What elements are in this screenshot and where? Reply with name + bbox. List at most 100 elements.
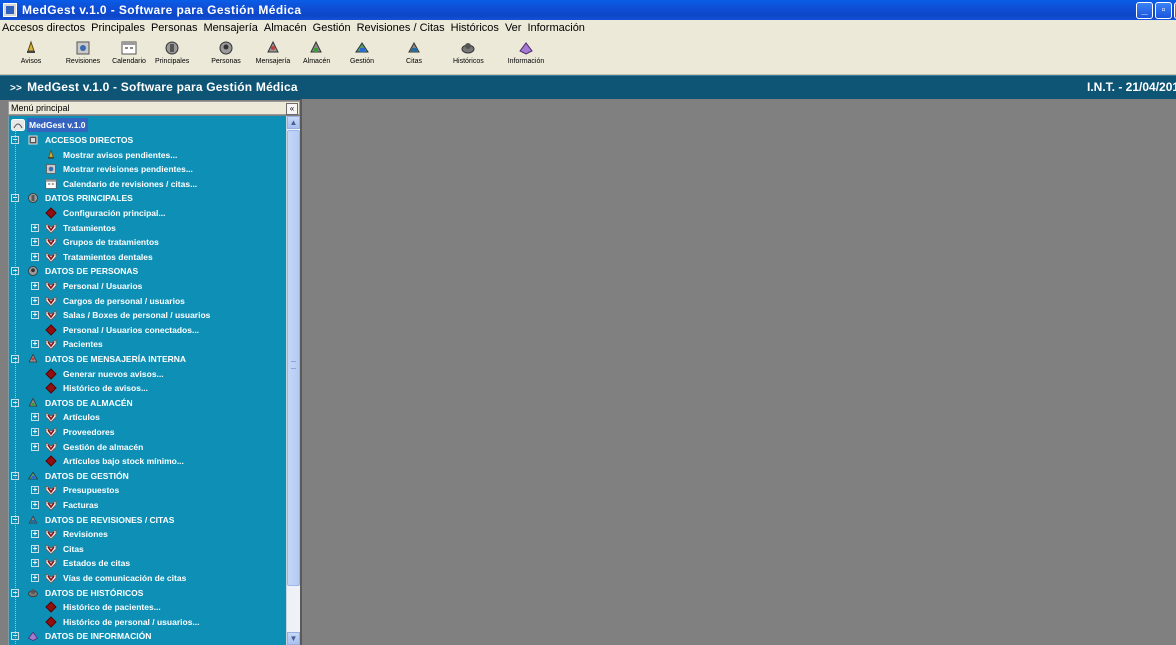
expand-icon[interactable]: + bbox=[31, 559, 39, 567]
expand-icon[interactable]: + bbox=[31, 428, 39, 436]
tree-item[interactable]: + Estados de citas bbox=[9, 556, 287, 570]
menu-item-9[interactable]: Información bbox=[524, 20, 587, 37]
header-title: MedGest v.1.0 - Software para Gestión Mé… bbox=[27, 80, 298, 94]
expand-icon[interactable]: + bbox=[31, 253, 39, 261]
tree-item-label: Grupos de tratamientos bbox=[63, 237, 159, 247]
collapse-icon[interactable]: − bbox=[11, 516, 19, 524]
calendar-icon bbox=[121, 40, 137, 56]
tree-section[interactable]: − DATOS DE MENSAJERÍA INTERNA bbox=[9, 352, 287, 366]
expand-icon[interactable]: + bbox=[31, 238, 39, 246]
tree-section[interactable]: − DATOS DE INFORMACIÓN bbox=[9, 629, 287, 643]
expand-icon[interactable]: + bbox=[31, 340, 39, 348]
toolbar-button-4[interactable]: Personas bbox=[207, 39, 245, 72]
scroll-down-button[interactable]: ▼ bbox=[287, 632, 300, 645]
tree-section[interactable]: − ACCESOS DIRECTOS bbox=[9, 133, 287, 147]
mdi-workspace bbox=[302, 99, 1176, 645]
tree-item-label: Histórico de pacientes... bbox=[63, 602, 161, 612]
collapse-icon[interactable]: − bbox=[11, 136, 19, 144]
tree-item[interactable]: + Personal / Usuarios bbox=[9, 279, 287, 293]
tree-section[interactable]: − DATOS DE REVISIONES / CITAS bbox=[9, 513, 287, 527]
collapse-icon[interactable]: − bbox=[11, 194, 19, 202]
menu-item-1[interactable]: Principales bbox=[88, 20, 148, 37]
expand-icon[interactable]: + bbox=[31, 486, 39, 494]
menu-item-6[interactable]: Revisiones / Citas bbox=[354, 20, 448, 37]
menu-item-7[interactable]: Históricos bbox=[448, 20, 502, 37]
collapse-icon[interactable]: − bbox=[11, 632, 19, 640]
collapse-icon[interactable]: − bbox=[11, 589, 19, 597]
toolbar-button-6[interactable]: Almacén bbox=[303, 39, 331, 72]
scroll-up-button[interactable]: ▲ bbox=[287, 116, 300, 129]
expand-icon[interactable]: + bbox=[31, 282, 39, 290]
menu-item-4[interactable]: Almacén bbox=[261, 20, 310, 37]
tree-item[interactable]: + Artículos bbox=[9, 410, 287, 424]
toolbar-button-3[interactable]: Principales bbox=[155, 39, 189, 72]
toolbar-button-1[interactable]: Revisiones bbox=[64, 39, 102, 72]
collapse-icon[interactable]: − bbox=[11, 355, 19, 363]
tree-item[interactable]: + Grupos de tratamientos bbox=[9, 235, 287, 249]
menu-item-3[interactable]: Mensajería bbox=[200, 20, 260, 37]
toolbar-button-7[interactable]: Gestión bbox=[347, 39, 377, 72]
tree-item[interactable]: + Tratamientos dentales bbox=[9, 250, 287, 264]
tree-item[interactable]: Calendario de revisiones / citas... bbox=[9, 177, 287, 191]
tree-item-label: DATOS DE REVISIONES / CITAS bbox=[45, 515, 175, 525]
tree-item[interactable]: Histórico de personal / usuarios... bbox=[9, 615, 287, 629]
expand-icon[interactable]: + bbox=[31, 413, 39, 421]
tree-item[interactable]: Histórico de pacientes... bbox=[9, 600, 287, 614]
expand-icon[interactable]: + bbox=[31, 574, 39, 582]
tree-section[interactable]: − DATOS PRINCIPALES bbox=[9, 191, 287, 205]
tree-item[interactable]: Mostrar revisiones pendientes... bbox=[9, 162, 287, 176]
menu-item-2[interactable]: Personas bbox=[148, 20, 200, 37]
tree-item[interactable]: Histórico de avisos... bbox=[9, 381, 287, 395]
tree-item[interactable]: + Revisiones bbox=[9, 527, 287, 541]
tree-section[interactable]: − DATOS DE HISTÓRICOS bbox=[9, 586, 287, 600]
toolbar-button-8[interactable]: Citas bbox=[403, 39, 425, 72]
tree-item-label: Personal / Usuarios bbox=[63, 281, 143, 291]
maximize-button[interactable]: ▫ bbox=[1155, 2, 1172, 19]
tree-item-label: Presupuestos bbox=[63, 485, 120, 495]
tree-section[interactable]: − DATOS DE ALMACÉN bbox=[9, 396, 287, 410]
collapse-icon[interactable]: − bbox=[11, 472, 19, 480]
expand-icon[interactable]: + bbox=[31, 545, 39, 553]
tree-item[interactable]: Generar nuevos avisos... bbox=[9, 367, 287, 381]
minimize-button[interactable]: _ bbox=[1136, 2, 1153, 19]
collapse-icon[interactable]: − bbox=[11, 399, 19, 407]
tree-section[interactable]: − DATOS DE GESTIÓN bbox=[9, 469, 287, 483]
expand-icon[interactable]: + bbox=[31, 297, 39, 305]
expand-icon[interactable]: + bbox=[31, 224, 39, 232]
tree-item[interactable]: + Pacientes bbox=[9, 337, 287, 351]
tree-item[interactable]: + Citas bbox=[9, 542, 287, 556]
app-icon[interactable] bbox=[3, 3, 17, 17]
toolbar-button-5[interactable]: Mensajería bbox=[252, 39, 294, 72]
collapse-icon[interactable]: − bbox=[11, 267, 19, 275]
tree-item[interactable]: + Vías de comunicación de citas bbox=[9, 571, 287, 585]
tree-item-label: Artículos bajo stock mínimo... bbox=[63, 456, 184, 466]
tree-item[interactable]: Artículos bajo stock mínimo... bbox=[9, 454, 287, 468]
menu-item-8[interactable]: Ver bbox=[502, 20, 525, 37]
collapse-panel-icon[interactable]: « bbox=[286, 103, 298, 115]
expand-icon[interactable]: + bbox=[31, 501, 39, 509]
tree-item[interactable]: + Facturas bbox=[9, 498, 287, 512]
toolbar-button-0[interactable]: Avisos bbox=[20, 39, 42, 72]
toolbar-button-9[interactable]: Históricos bbox=[453, 39, 484, 72]
tree-item[interactable]: + Tratamientos bbox=[9, 221, 287, 235]
tree-item[interactable]: + Proveedores bbox=[9, 425, 287, 439]
toolbar-button-2[interactable]: Calendario bbox=[112, 39, 146, 72]
menu-item-5[interactable]: Gestión bbox=[310, 20, 354, 37]
tree-item[interactable]: + Gestión de almacén bbox=[9, 440, 287, 454]
tree-item[interactable]: + Salas / Boxes de personal / usuarios bbox=[9, 308, 287, 322]
tree-item[interactable]: Personal / Usuarios conectados... bbox=[9, 323, 287, 337]
expand-icon[interactable]: + bbox=[31, 443, 39, 451]
toolbar-button-10[interactable]: Información bbox=[506, 39, 546, 72]
tree-item[interactable]: Configuración principal... bbox=[9, 206, 287, 220]
tree-item[interactable]: + Presupuestos bbox=[9, 483, 287, 497]
scroll-thumb[interactable] bbox=[287, 130, 300, 586]
tree-item[interactable]: Mostrar avisos pendientes... bbox=[9, 148, 287, 162]
expand-icon[interactable]: + bbox=[31, 311, 39, 319]
expand-icon[interactable]: + bbox=[31, 530, 39, 538]
toolbar-button-label: Almacén bbox=[303, 58, 331, 65]
history-icon bbox=[27, 587, 39, 599]
tree-scrollbar[interactable]: ▲ ▼ bbox=[286, 116, 300, 645]
tree-item[interactable]: + Cargos de personal / usuarios bbox=[9, 294, 287, 308]
tree-section[interactable]: − DATOS DE PERSONAS bbox=[9, 264, 287, 278]
menu-item-0[interactable]: Accesos directos bbox=[0, 20, 88, 37]
